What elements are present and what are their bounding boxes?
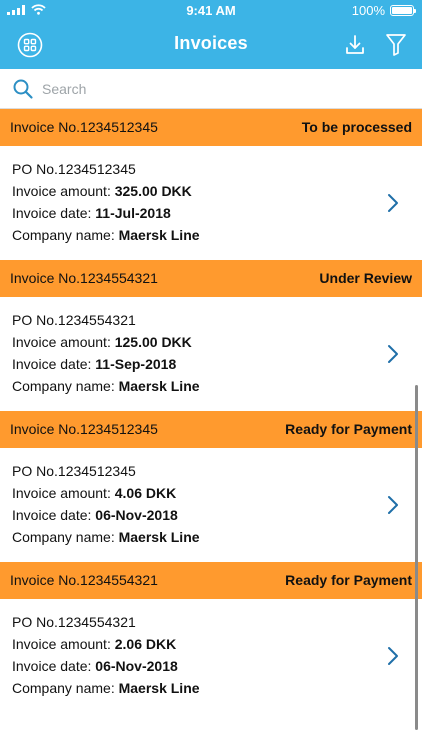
po-value: 1234512345	[57, 161, 136, 177]
filter-button[interactable]	[381, 31, 411, 59]
date-label: Invoice date:	[12, 205, 96, 221]
search-bar	[0, 69, 422, 109]
chevron-right-icon[interactable]	[386, 645, 400, 667]
invoice-header: Invoice No.1234512345 To be processed	[0, 109, 422, 146]
invoice-amount: Invoice amount: 325.00 DKK	[12, 183, 192, 199]
po-label: PO No.	[12, 161, 58, 177]
invoice-no-value: 1234554321	[80, 270, 158, 286]
invoice-number: Invoice No.1234554321	[10, 270, 158, 286]
invoice-amount: Invoice amount: 125.00 DKK	[12, 334, 192, 350]
po-value: 1234554321	[57, 614, 136, 630]
company-name: Company name: Maersk Line	[12, 680, 200, 696]
amount-label: Invoice amount:	[12, 183, 115, 199]
filter-icon	[386, 34, 406, 56]
status-badge: Under Review	[319, 270, 412, 286]
invoice-date: Invoice date: 11-Sep-2018	[12, 356, 176, 372]
invoice-number: Invoice No.1234512345	[10, 119, 158, 135]
po-label: PO No.	[12, 312, 58, 328]
date-label: Invoice date:	[12, 507, 96, 523]
scrollbar[interactable]	[415, 385, 418, 730]
po-label: PO No.	[12, 463, 58, 479]
chevron-right-icon[interactable]	[386, 192, 400, 214]
company-value: Maersk Line	[118, 680, 200, 696]
company-label: Company name:	[12, 680, 119, 696]
search-icon	[13, 79, 33, 99]
invoice-header: Invoice No.1234554321 Ready for Payment	[0, 562, 422, 599]
status-badge: To be processed	[301, 119, 412, 135]
po-value: 1234554321	[57, 312, 136, 328]
invoice-card[interactable]: PO No.1234554321 Invoice amount: 2.06 DK…	[0, 599, 422, 713]
amount-label: Invoice amount:	[12, 334, 115, 350]
status-badge: Ready for Payment	[285, 572, 412, 588]
invoice-card[interactable]: PO No.1234512345 Invoice amount: 325.00 …	[0, 146, 422, 260]
chevron-right-icon[interactable]	[386, 343, 400, 365]
company-label: Company name:	[12, 529, 119, 545]
company-value: Maersk Line	[118, 529, 200, 545]
status-bar: 9:41 AM 100%	[0, 0, 422, 22]
company-value: Maersk Line	[118, 227, 200, 243]
company-name: Company name: Maersk Line	[12, 378, 200, 394]
amount-label: Invoice amount:	[12, 485, 115, 501]
date-value: 06-Nov-2018	[95, 507, 178, 523]
download-button[interactable]	[340, 31, 370, 59]
amount-value: 4.06 DKK	[114, 485, 177, 501]
date-label: Invoice date:	[12, 658, 96, 674]
status-badge: Ready for Payment	[285, 421, 412, 437]
invoice-date: Invoice date: 06-Nov-2018	[12, 658, 178, 674]
invoice-card[interactable]: PO No.1234554321 Invoice amount: 125.00 …	[0, 297, 422, 411]
invoice-no-value: 1234554321	[80, 572, 158, 588]
invoice-number: Invoice No.1234512345	[10, 421, 158, 437]
download-icon	[346, 35, 364, 54]
po-number: PO No.1234554321	[12, 312, 136, 328]
chevron-right-icon[interactable]	[386, 494, 400, 516]
date-value: 11-Sep-2018	[95, 356, 177, 372]
search-input[interactable]	[42, 75, 402, 103]
invoice-no-value: 1234512345	[80, 119, 158, 135]
invoice-list: Invoice No.1234512345 To be processed PO…	[0, 109, 422, 713]
amount-label: Invoice amount:	[12, 636, 115, 652]
nav-bar: Invoices	[0, 22, 422, 69]
company-value: Maersk Line	[118, 378, 200, 394]
battery-percent: 100%	[351, 3, 385, 18]
invoice-no-label: Invoice No.	[10, 421, 81, 437]
po-label: PO No.	[12, 614, 58, 630]
date-value: 11-Jul-2018	[95, 205, 171, 221]
date-value: 06-Nov-2018	[95, 658, 178, 674]
company-label: Company name:	[12, 378, 119, 394]
company-name: Company name: Maersk Line	[12, 227, 200, 243]
top-bar: 9:41 AM 100% Invoices	[0, 0, 422, 69]
invoice-header: Invoice No.1234554321 Under Review	[0, 260, 422, 297]
invoice-no-label: Invoice No.	[10, 119, 81, 135]
company-name: Company name: Maersk Line	[12, 529, 200, 545]
po-number: PO No.1234512345	[12, 161, 136, 177]
invoice-date: Invoice date: 11-Jul-2018	[12, 205, 171, 221]
po-number: PO No.1234554321	[12, 614, 136, 630]
status-right: 100%	[351, 3, 416, 18]
po-value: 1234512345	[57, 463, 136, 479]
amount-value: 325.00 DKK	[114, 183, 192, 199]
invoice-number: Invoice No.1234554321	[10, 572, 158, 588]
invoice-no-label: Invoice No.	[10, 270, 81, 286]
company-label: Company name:	[12, 227, 119, 243]
invoice-amount: Invoice amount: 2.06 DKK	[12, 636, 176, 652]
amount-value: 2.06 DKK	[114, 636, 177, 652]
invoice-no-value: 1234512345	[80, 421, 158, 437]
battery-icon	[390, 5, 416, 16]
invoice-date: Invoice date: 06-Nov-2018	[12, 507, 178, 523]
invoice-no-label: Invoice No.	[10, 572, 81, 588]
invoice-card[interactable]: PO No.1234512345 Invoice amount: 4.06 DK…	[0, 448, 422, 562]
invoice-header: Invoice No.1234512345 Ready for Payment	[0, 411, 422, 448]
invoice-amount: Invoice amount: 4.06 DKK	[12, 485, 176, 501]
amount-value: 125.00 DKK	[114, 334, 192, 350]
date-label: Invoice date:	[12, 356, 96, 372]
po-number: PO No.1234512345	[12, 463, 136, 479]
